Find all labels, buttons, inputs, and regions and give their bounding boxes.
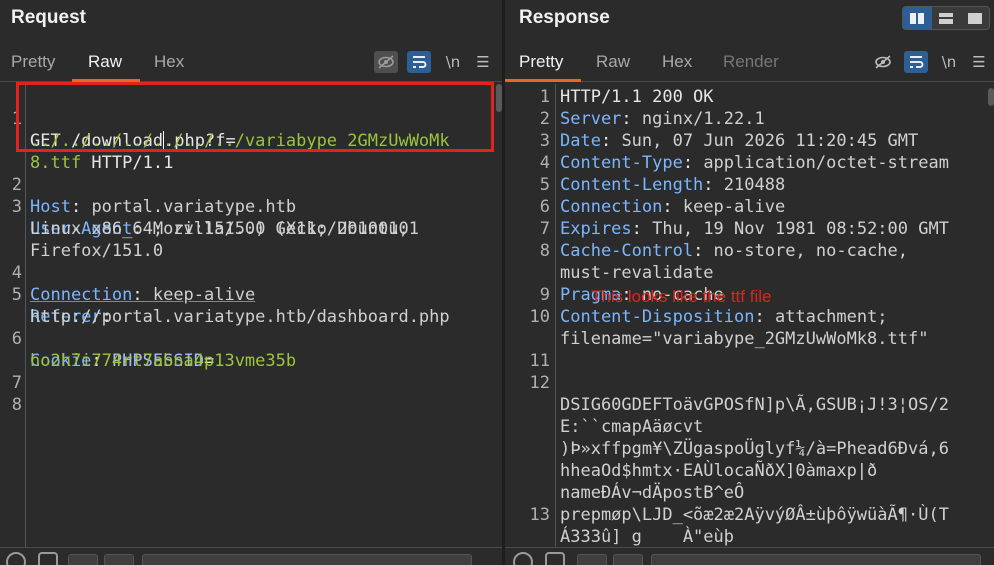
request-tabs: Pretty Raw Hex \n ☰: [0, 44, 502, 82]
tab-raw[interactable]: Raw: [596, 52, 630, 72]
layout-switcher: [902, 6, 990, 30]
gear-icon[interactable]: [545, 552, 565, 565]
forward-button[interactable]: [613, 554, 643, 565]
response-bottom-bar: [505, 547, 994, 565]
active-tab-underline: [505, 79, 581, 82]
help-icon[interactable]: [513, 552, 533, 565]
response-title: Response: [519, 7, 610, 28]
eye-slash-icon[interactable]: [871, 51, 895, 73]
help-icon[interactable]: [6, 552, 26, 565]
tab-hex[interactable]: Hex: [662, 52, 692, 72]
menu-icon[interactable]: ☰: [967, 51, 991, 73]
wrap-icon[interactable]: [904, 51, 928, 73]
request-bottom-bar: [0, 547, 502, 565]
search-input[interactable]: [142, 554, 472, 565]
back-button[interactable]: [577, 554, 607, 565]
request-line-8: 8: [11, 395, 22, 415]
request-pane: Request Pretty Raw Hex \n ☰ 1 GET /downl…: [0, 0, 502, 565]
tab-pretty[interactable]: Pretty: [11, 52, 55, 72]
annotation-text: This looks like the ttf file: [591, 287, 772, 306]
forward-button[interactable]: [104, 554, 134, 565]
back-button[interactable]: [68, 554, 98, 565]
tab-render[interactable]: Render: [723, 52, 779, 72]
search-input[interactable]: [651, 554, 981, 565]
tab-raw[interactable]: Raw: [88, 52, 122, 72]
tab-hex[interactable]: Hex: [154, 52, 184, 72]
wrap-icon[interactable]: [407, 51, 431, 73]
response-scrollbar[interactable]: [988, 88, 994, 106]
request-title: Request: [11, 7, 86, 28]
response-tabs: Pretty Raw Hex Render \n ☰: [505, 44, 994, 82]
gear-icon[interactable]: [38, 552, 58, 565]
layout-stacked-button[interactable]: [932, 7, 961, 29]
menu-icon[interactable]: ☰: [471, 51, 495, 73]
highlight-box: [16, 82, 494, 152]
response-editor[interactable]: 1 HTTP/1.1 200 OK 2 Server: nginx/1.22.1 3…: [505, 84, 994, 547]
eye-slash-icon[interactable]: [374, 51, 398, 73]
layout-side-by-side-button[interactable]: [903, 7, 932, 29]
request-editor[interactable]: 1 GET /download.php?f= ../../../../../..…: [0, 84, 502, 547]
tab-pretty[interactable]: Pretty: [519, 52, 563, 72]
layout-single-button[interactable]: [960, 7, 989, 29]
response-pane: Response Pretty Raw Hex Render \n ☰ 1 HTT…: [505, 0, 994, 565]
newline-icon[interactable]: \n: [937, 51, 961, 73]
newline-icon[interactable]: \n: [441, 51, 465, 73]
